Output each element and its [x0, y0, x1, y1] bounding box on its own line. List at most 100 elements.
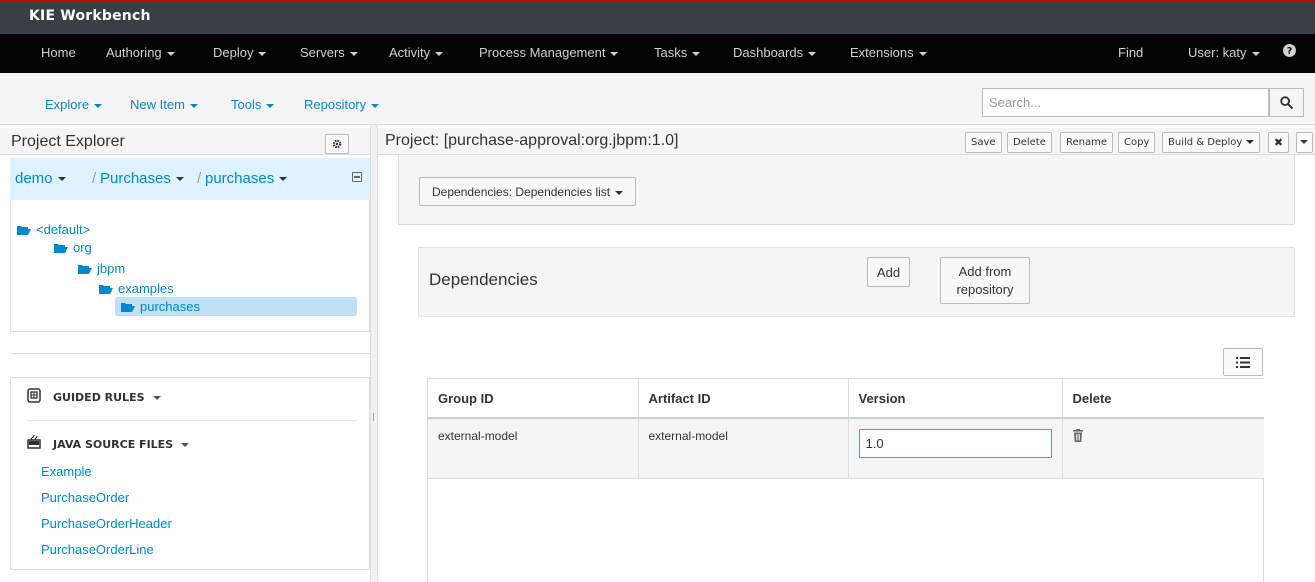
- tools-menu[interactable]: Tools: [231, 97, 275, 112]
- version-input[interactable]: [858, 429, 1052, 458]
- dependencies-panel: Dependencies Add Add from repository: [418, 247, 1295, 317]
- chevron-down-icon: [175, 177, 184, 182]
- nav-deploy[interactable]: Deploy: [213, 45, 267, 60]
- nav-extensions-label: Extensions: [850, 45, 914, 60]
- trash-icon[interactable]: [1072, 429, 1083, 442]
- search-icon: [1280, 96, 1293, 109]
- close-icon[interactable]: ✖: [1268, 132, 1289, 153]
- nav-activity-label: Activity: [389, 45, 431, 60]
- category-label: JAVA SOURCE FILES: [53, 438, 174, 451]
- asset-item-purchaseorderline[interactable]: PurchaseOrderLine: [41, 542, 154, 557]
- folder-open-icon: [78, 265, 92, 274]
- cell-group-id: external-model: [428, 418, 639, 479]
- save-button[interactable]: Save: [965, 132, 1002, 153]
- nav-extensions[interactable]: Extensions: [850, 45, 927, 60]
- folder-open-icon: [99, 285, 113, 294]
- guided-rules-icon: [27, 388, 41, 403]
- rename-button[interactable]: Rename: [1060, 132, 1114, 153]
- folder-open-icon: [17, 226, 31, 235]
- tree-node-label: <default>: [36, 222, 91, 237]
- breadcrumb-project-label: purchases: [205, 170, 275, 187]
- nav-process-management[interactable]: Process Management: [479, 45, 619, 60]
- breadcrumb-org[interactable]: demo: [15, 170, 66, 187]
- nav-authoring[interactable]: Authoring: [106, 45, 175, 60]
- breadcrumb: demo / Purchases / purchases: [10, 158, 370, 200]
- new-item-menu[interactable]: New Item: [130, 97, 198, 112]
- tree-node-purchases[interactable]: purchases: [115, 297, 357, 316]
- nav-activity[interactable]: Activity: [389, 45, 444, 60]
- chevron-down-icon: [1251, 51, 1260, 56]
- chevron-down-icon: [918, 51, 927, 56]
- nav-find[interactable]: Find: [1118, 45, 1143, 60]
- folder-open-icon: [54, 244, 68, 253]
- section-select[interactable]: Dependencies: Dependencies list: [419, 177, 637, 206]
- tree-node-examples[interactable]: examples: [99, 281, 174, 296]
- section-select-label: Dependencies: Dependencies list: [432, 185, 611, 199]
- help-icon[interactable]: ?: [1283, 44, 1296, 60]
- asset-item-purchaseorder[interactable]: PurchaseOrder: [41, 490, 129, 505]
- package-tree: <default> org jbpm examples purchases: [10, 200, 370, 332]
- more-options-button[interactable]: [1296, 132, 1313, 153]
- build-deploy-button[interactable]: Build & Deploy: [1162, 132, 1261, 153]
- chevron-down-icon: [1300, 140, 1308, 144]
- chevron-down-icon: [615, 190, 624, 195]
- main-nav: Home Authoring Deploy Servers Activity P…: [0, 34, 1315, 73]
- repository-label: Repository: [304, 97, 367, 112]
- category-java-source-files[interactable]: JAVA SOURCE FILES: [53, 438, 190, 451]
- column-header-group-id[interactable]: Group ID: [428, 379, 639, 419]
- nav-dashboards[interactable]: Dashboards: [733, 45, 817, 60]
- splitter-grip[interactable]: [373, 413, 375, 421]
- explorer-settings-button[interactable]: [325, 134, 349, 154]
- column-picker-button[interactable]: [1223, 348, 1263, 376]
- repository-menu[interactable]: Repository: [304, 97, 380, 112]
- chevron-down-icon: [166, 51, 175, 56]
- column-header-version[interactable]: Version: [848, 379, 1063, 419]
- tree-node-label: examples: [118, 281, 174, 296]
- table-row: external-model external-model: [428, 418, 1264, 479]
- category-guided-rules[interactable]: GUIDED RULES: [53, 391, 161, 404]
- chevron-down-icon: [808, 51, 817, 56]
- breadcrumb-repo[interactable]: Purchases: [100, 170, 184, 187]
- breadcrumb-separator: /: [197, 170, 202, 187]
- chevron-down-icon: [692, 51, 701, 56]
- asset-item-example[interactable]: Example: [41, 464, 92, 479]
- title-bar: KIE Workbench: [0, 0, 1315, 34]
- folder-open-icon: [121, 303, 135, 312]
- panel-splitter[interactable]: [370, 125, 378, 582]
- nav-user[interactable]: User: katy: [1188, 45, 1260, 60]
- chevron-down-icon: [1246, 140, 1255, 144]
- column-header-artifact-id[interactable]: Artifact ID: [638, 379, 849, 419]
- chevron-down-icon: [181, 443, 190, 447]
- breadcrumb-project[interactable]: purchases: [205, 170, 288, 187]
- copy-button[interactable]: Copy: [1118, 132, 1156, 153]
- add-from-repository-button[interactable]: Add from repository: [940, 257, 1030, 304]
- table-header-row: Group ID Artifact ID Version Delete: [428, 379, 1264, 419]
- tree-node-default[interactable]: <default>: [17, 222, 90, 237]
- column-header-delete[interactable]: Delete: [1062, 379, 1264, 419]
- chevron-down-icon: [371, 103, 380, 108]
- chevron-down-icon: [152, 396, 161, 400]
- new-item-label: New Item: [130, 97, 185, 112]
- nav-servers[interactable]: Servers: [300, 45, 358, 60]
- tree-node-org[interactable]: org: [54, 240, 92, 255]
- collapse-icon[interactable]: [352, 172, 362, 182]
- delete-button[interactable]: Delete: [1007, 132, 1052, 153]
- explorer-title: Project Explorer: [11, 133, 125, 150]
- editor-title: Project: [purchase-approval:org.jbpm:1.0…: [385, 132, 679, 149]
- chevron-down-icon: [610, 51, 619, 56]
- nav-home[interactable]: Home: [41, 45, 76, 60]
- nav-tasks[interactable]: Tasks: [654, 45, 701, 60]
- search-button[interactable]: [1269, 88, 1304, 117]
- editor-header: Project: [purchase-approval:org.jbpm:1.0…: [378, 128, 1315, 155]
- search-input[interactable]: [982, 88, 1269, 117]
- tools-label: Tools: [231, 97, 262, 112]
- tree-node-label: org: [73, 240, 92, 255]
- asset-item-purchaseorderheader[interactable]: PurchaseOrderHeader: [41, 516, 172, 531]
- tree-node-jbpm[interactable]: jbpm: [78, 261, 125, 276]
- list-icon: [1236, 356, 1250, 368]
- add-dependency-button[interactable]: Add: [867, 257, 910, 287]
- svg-text:?: ?: [1287, 46, 1292, 57]
- explore-menu[interactable]: Explore: [45, 97, 103, 112]
- chevron-down-icon: [189, 103, 198, 108]
- nav-process-management-label: Process Management: [479, 45, 606, 60]
